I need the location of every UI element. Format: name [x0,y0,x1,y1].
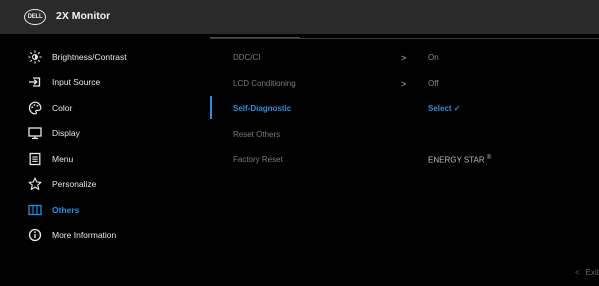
selection-indicator [210,96,212,119]
submenu-row-factory-reset[interactable]: Factory Reset ENERGY STAR ® [233,146,599,172]
chevron-right-icon: > [401,53,407,63]
input-source-icon [28,75,42,89]
dell-logo: DELL [24,9,46,25]
menu-item-others[interactable]: Others [0,197,210,223]
menu-label-display: Display [52,128,80,139]
energy-star-text: ENERGY STAR [428,155,485,165]
submenu-row-self-diagnostic[interactable]: Self-Diagnostic Select ✓ [233,95,599,121]
option-name-factory-reset: Factory Reset [233,155,283,164]
others-submenu: DDC/CI > On LCD Conditioning > Off Self-… [233,44,599,172]
select-action[interactable]: Select ✓ [428,104,461,113]
menu-label-menu: Menu [52,153,74,164]
menu-label-input-source: Input Source [52,77,101,88]
menu-item-brightness-contrast[interactable]: Brightness/Contrast [0,44,210,70]
display-icon [28,126,42,140]
submenu-row-ddc-ci[interactable]: DDC/CI > On [233,44,599,70]
menu-item-more-information[interactable]: More Information [0,223,210,249]
registered-mark: ® [486,155,492,161]
menu-icon [28,152,42,166]
option-name-reset-others: Reset Others [233,129,281,139]
chevron-left-icon: < [574,268,580,277]
option-name-self-diagnostic: Self-Diagnostic [233,104,292,113]
monitor-title: 2X Monitor [56,10,111,22]
option-value-ddc-ci: On [428,53,439,62]
menu-item-input-source[interactable]: Input Source [0,70,210,96]
option-name-ddc-ci: DDC/CI [233,53,261,62]
menu-item-personalize[interactable]: Personalize [0,172,210,198]
menu-label-brightness-contrast: Brightness/Contrast [52,51,127,62]
menu-item-display[interactable]: Display [0,121,210,147]
menu-label-others: Others [52,204,80,215]
menu-item-color[interactable]: Color [0,95,210,121]
menu-label-color: Color [52,102,73,113]
option-value-lcd-conditioning: Off [428,78,439,88]
title-bar: DELL 2X Monitor [0,0,599,34]
others-icon [28,203,42,217]
info-icon [28,228,42,242]
option-name-lcd-conditioning: LCD Conditioning [233,78,296,88]
star-icon [28,177,42,191]
exit-label: Exit [585,268,599,277]
monitor-osd: DELL 2X Monitor Brightness/Contrast Inpu… [0,0,599,286]
menu-label-more-information: More Information [52,230,117,241]
color-palette-icon [28,101,42,115]
brightness-icon [28,50,42,64]
submenu-row-lcd-conditioning[interactable]: LCD Conditioning > Off [233,70,599,96]
energy-star-label: ENERGY STAR ® [428,155,491,165]
exit-button[interactable]: < Exit [575,268,599,277]
main-menu: Brightness/Contrast Input Source Color D… [0,44,210,248]
logo-text: DELL [27,14,43,20]
chevron-right-icon: > [401,78,407,89]
menu-label-personalize: Personalize [52,179,97,190]
submenu-divider [210,38,599,39]
submenu-row-reset-others[interactable]: Reset Others [233,121,599,147]
menu-item-menu[interactable]: Menu [0,146,210,172]
